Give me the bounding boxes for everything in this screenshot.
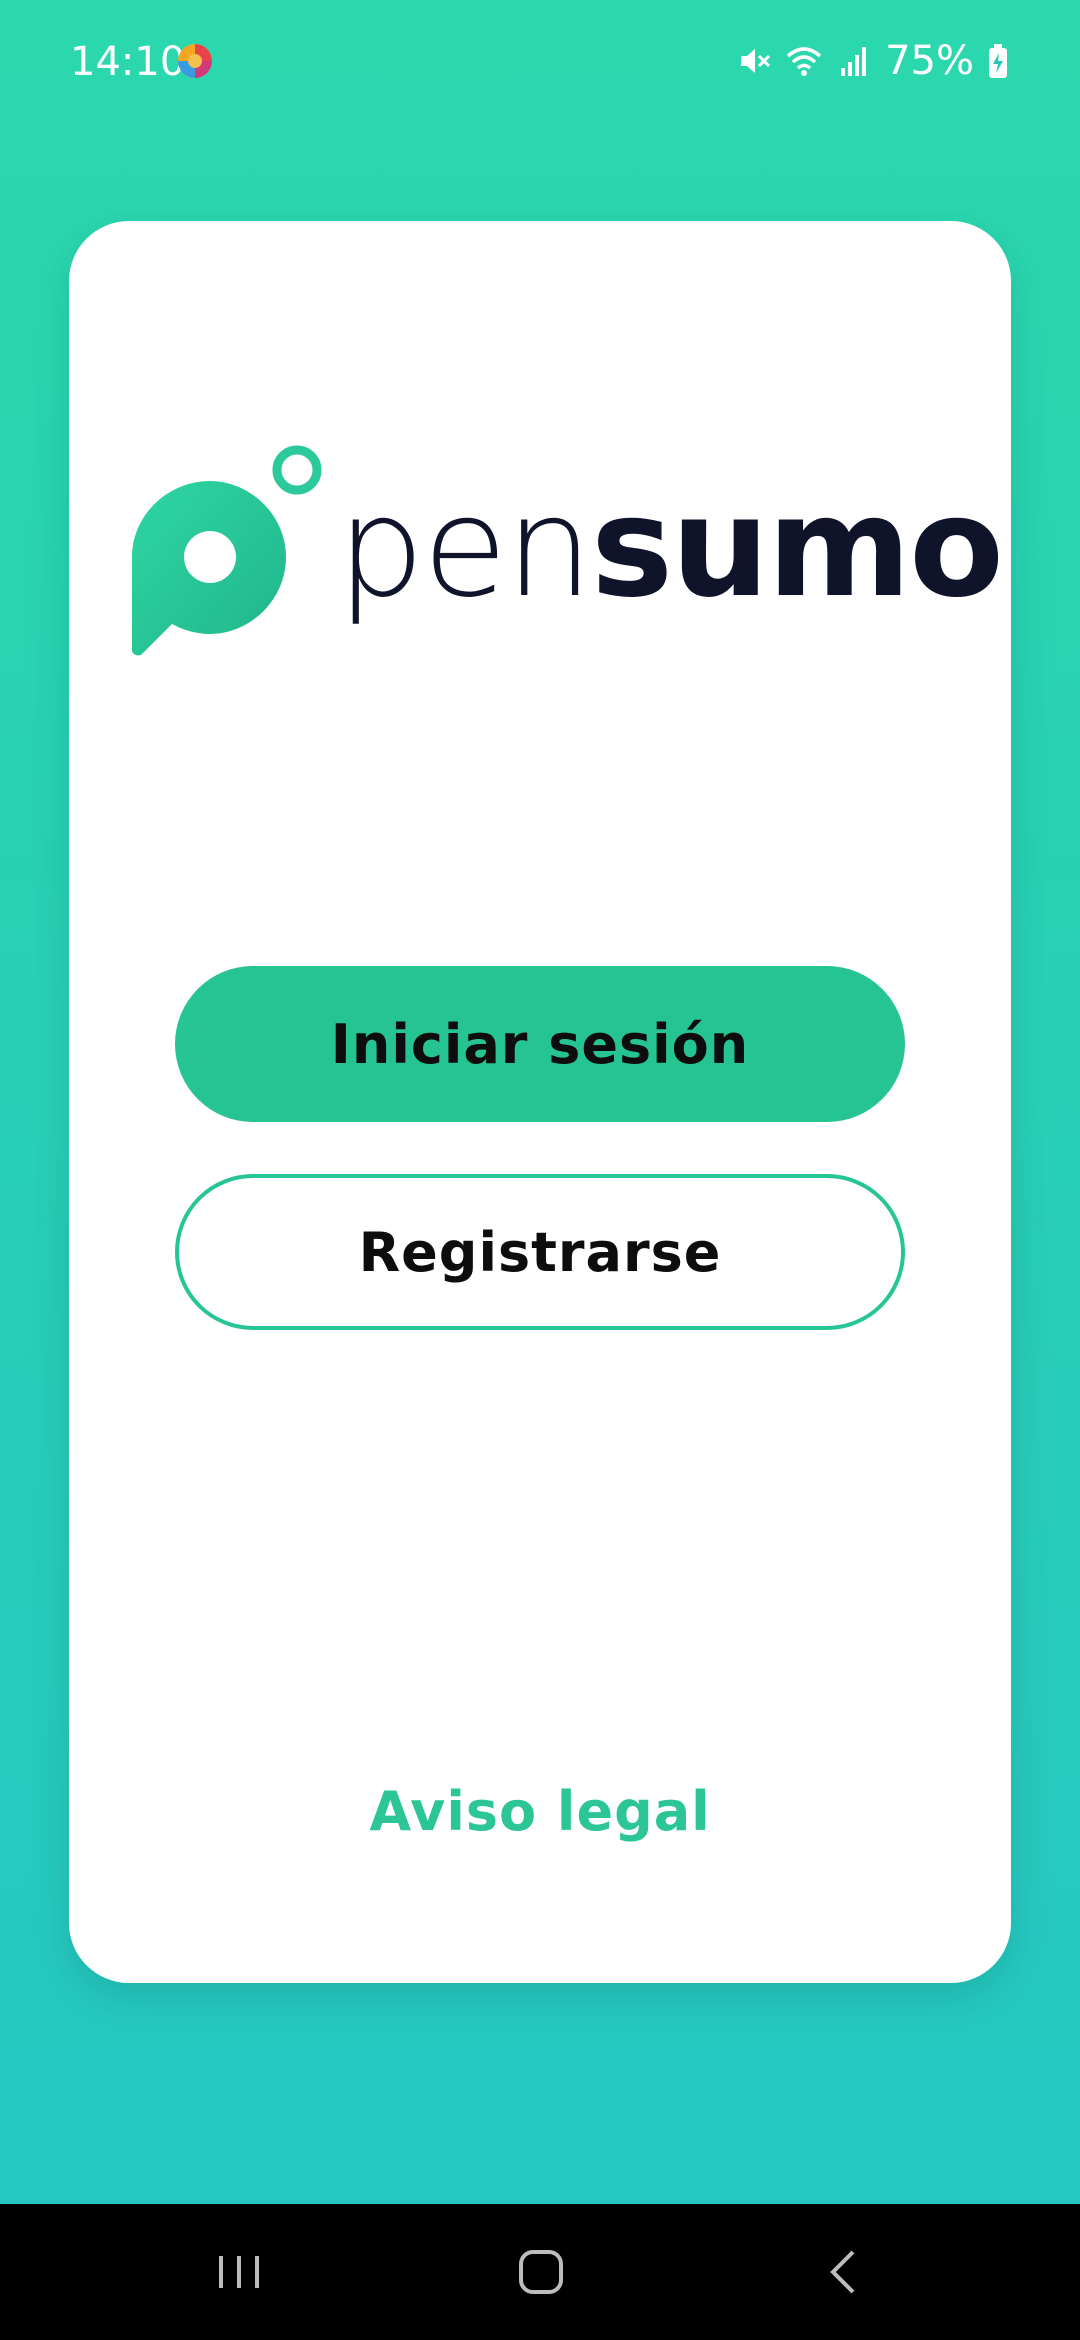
brand-wordmark-bold: sumo (590, 467, 1004, 628)
status-time: 14:10 (70, 39, 186, 85)
mute-icon (741, 49, 771, 73)
battery-charging-icon (989, 44, 1007, 78)
status-bar: 14:10 75% (0, 0, 1080, 120)
register-button[interactable]: Registrarse (175, 1174, 905, 1330)
signal-icon (841, 47, 867, 76)
brand-wordmark-light: pen (337, 467, 593, 628)
colorful-circle-app-icon (178, 44, 212, 78)
battery-percentage: 75% (885, 38, 974, 84)
login-button[interactable]: Iniciar sesión (175, 966, 905, 1122)
recents-icon[interactable] (209, 2242, 269, 2302)
brand-wordmark: pensumo (337, 478, 1004, 618)
system-nav-bar (0, 2204, 1080, 2340)
legal-notice-link[interactable]: Aviso legal (0, 1780, 1080, 1843)
back-icon[interactable] (815, 2242, 875, 2302)
status-icons: 75% (735, 36, 1010, 86)
wifi-icon (786, 47, 822, 76)
home-icon[interactable] (511, 2242, 571, 2302)
